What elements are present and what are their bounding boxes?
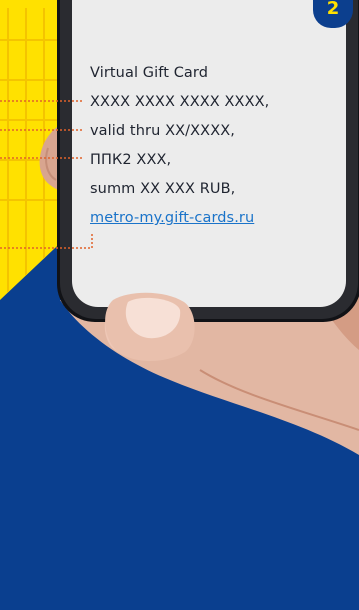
step-number: 2 xyxy=(326,0,340,19)
sms-title: Virtual Gift Card xyxy=(90,65,209,81)
sms-pin: ППК2 XXX, xyxy=(90,152,172,168)
thumb-graphic xyxy=(105,292,195,361)
gift-cards-link[interactable]: metro-my.gift-cards.ru xyxy=(90,210,254,226)
sms-valid-thru: valid thru XX/XXXX, xyxy=(90,123,235,139)
sms-sum: summ XX XXX RUB, xyxy=(90,181,236,197)
sms-message: Virtual Gift Card XXXX XXXX XXXX XXXX, v… xyxy=(90,62,310,236)
sms-card-number: XXXX XXXX XXXX XXXX, xyxy=(90,94,270,110)
